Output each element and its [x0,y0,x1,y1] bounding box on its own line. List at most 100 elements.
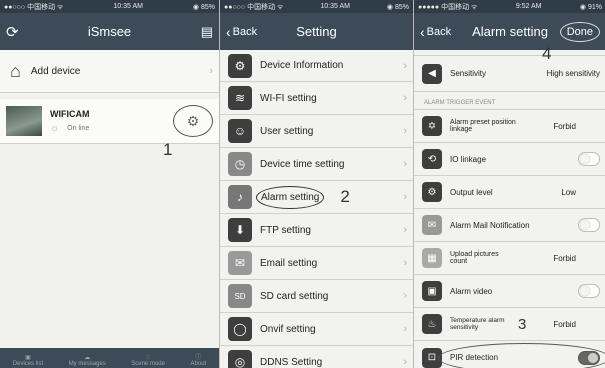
mail-icon: ✉ [228,251,252,275]
setting-item-ddns[interactable]: ◎ DDNS Setting › [220,346,413,368]
chevron-right-icon: › [403,323,407,335]
clock-icon: ◷ [228,152,252,176]
sensitivity-row[interactable]: ◀ Sensitivity High sensitivity [414,56,605,92]
tab-devices[interactable]: ▣ Devices list [13,354,43,368]
tab-scene[interactable]: ♡ Scene mode [131,354,165,368]
output-value: Low [561,187,576,197]
camera-thumbnail [6,106,42,136]
camera-row[interactable]: WIFICAM ☼ On line ⚙ [0,99,219,144]
add-device-row[interactable]: ⌂ Add device › [0,50,219,93]
camera-info: WIFICAM ☼ On line [50,109,90,134]
back-label: Back [232,25,258,38]
chevron-right-icon: › [403,290,407,302]
preset-linkage-row[interactable]: ✡ Alarm preset position linkage Forbid [414,110,605,143]
setting-item-label: Onvif setting [260,323,316,335]
temperature-row[interactable]: ♨ Temperature alarm sensitivity 3 Forbid [414,308,605,341]
target-icon: ◎ [228,350,252,368]
nav-bar: ‹ Back Setting [220,13,413,50]
sensitivity-value: High sensitivity [546,69,600,78]
status-bar: ●●○○○ 中国移动 ᯤ 10:35 AM ◉ 85% [220,0,413,13]
setting-item-label: FTP setting [260,224,311,236]
video-icon: ▣ [422,281,442,301]
clock-text: 10:35 AM [113,3,143,10]
clock-text: 10:35 AM [320,3,350,10]
temp-value: Forbid [553,319,576,329]
mail-notification-row: ✉ Alarm Mail Notification [414,209,605,242]
upload-label: Upload pictures count [450,251,499,265]
camera-name: WIFICAM [50,108,90,119]
home-add-icon: ⌂ [10,60,21,81]
refresh-icon[interactable]: ⟳ [6,23,19,41]
setting-item-sd[interactable]: SD SD card setting › [220,280,413,313]
setting-item-onvif[interactable]: ◯ Onvif setting › [220,313,413,346]
online-sun-icon: ☼ [50,122,60,134]
battery-text: ◉ 91% [579,3,602,11]
clock-text: 9:52 AM [515,3,542,10]
tab-bar: ▣ Devices list ☁ My messages ♡ Scene mode ⓘ… [0,348,219,368]
annotation-step-2: 2 [340,187,350,206]
download-icon: ⬇ [228,218,252,242]
chevron-right-icon: › [403,224,407,236]
output-label: Output level [450,187,493,197]
chevron-right-icon: › [403,191,407,203]
carrier-text: ●●○○○ 中国移动 ᯤ [4,3,64,11]
carrier-text: ●●○○○ 中国移动 ᯤ [224,3,284,11]
setting-item-wifi[interactable]: ≋ WI-FI setting › [220,82,413,115]
setting-item-label: User setting [260,125,314,137]
setting-item-label: SD card setting [260,290,329,302]
mail-label: Alarm Mail Notification [450,220,530,230]
device-list-screen: ●●○○○ 中国移动 ᯤ 10:35 AM ◉ 85% ⟳ iSmsee ▤ ⌂… [0,0,219,368]
battery-text: ◉ 85% [192,3,215,11]
chevron-right-icon: › [403,92,407,104]
sensitivity-label: Sensitivity [450,69,487,78]
camera-settings-gear-icon[interactable]: ⚙ [173,105,213,137]
preset-value: Forbid [553,121,576,131]
output-level-row[interactable]: ⚙ Output level Low [414,176,605,209]
io-linkage-row: ⟲ IO linkage [414,143,605,176]
tab-scene-label: Scene mode [131,361,165,367]
notes-icon[interactable]: ▤ [201,24,213,40]
back-button[interactable]: ‹ Back [226,24,257,40]
section-header: ALARM TRIGGER EVENT [414,92,605,110]
upload-pictures-row[interactable]: ▦ Upload pictures count Forbid [414,242,605,275]
tab-messages[interactable]: ☁ My messages [69,354,106,368]
video-label: Alarm video [450,286,493,296]
thermometer-icon: ♨ [422,314,442,334]
wifi-icon: ≋ [228,86,252,110]
setting-item-alarm[interactable]: ♪ Alarm setting 2 › [220,181,413,214]
loop-icon: ⟲ [422,149,442,169]
status-bar: ●●○○○ 中国移动 ᯤ 10:35 AM ◉ 85% [0,0,219,13]
picture-icon: ▦ [422,248,442,268]
setting-item-label: Device Information [260,60,344,71]
battery-text: ◉ 85% [386,3,409,11]
preset-label: Alarm preset position linkage [450,119,516,133]
gears-icon: ⚙ [228,53,252,78]
upload-value: Forbid [553,253,576,263]
chevron-right-icon: › [403,356,407,368]
setting-item-time[interactable]: ◷ Device time setting › [220,148,413,181]
setting-screen: ●●○○○ 中国移动 ᯤ 10:35 AM ◉ 85% ‹ Back Settin… [219,0,413,368]
back-label: Back [426,25,452,38]
temp-label: Temperature alarm sensitivity [450,317,505,331]
nav-bar: ‹ Back Alarm setting Done [414,13,605,50]
tab-about-label: About [190,361,207,367]
done-button[interactable]: Done [559,21,600,42]
io-linkage-toggle[interactable] [578,152,600,166]
tab-about[interactable]: ⓘ About [191,352,207,368]
annotation-step-1: 1 [163,140,173,159]
tab-messages-label: My messages [68,361,106,367]
alarm-video-toggle[interactable] [578,284,600,298]
setting-item-user[interactable]: ☺ User setting › [220,115,413,148]
user-icon: ☺ [228,119,252,143]
setting-item-ftp[interactable]: ⬇ FTP setting › [220,214,413,247]
ring-icon: ◯ [228,317,252,341]
back-button[interactable]: ‹ Back [420,24,451,40]
camera-status: On line [67,124,90,132]
chevron-right-icon: › [403,158,407,170]
sd-card-icon: SD [228,284,252,308]
setting-item-device-info[interactable]: ⚙ Device Information › [220,50,413,82]
pir-highlight-ellipse [438,343,605,368]
setting-item-email[interactable]: ✉ Email setting › [220,247,413,280]
mail-notification-toggle[interactable] [578,218,600,232]
camera-status-line: ☼ On line [50,123,90,134]
